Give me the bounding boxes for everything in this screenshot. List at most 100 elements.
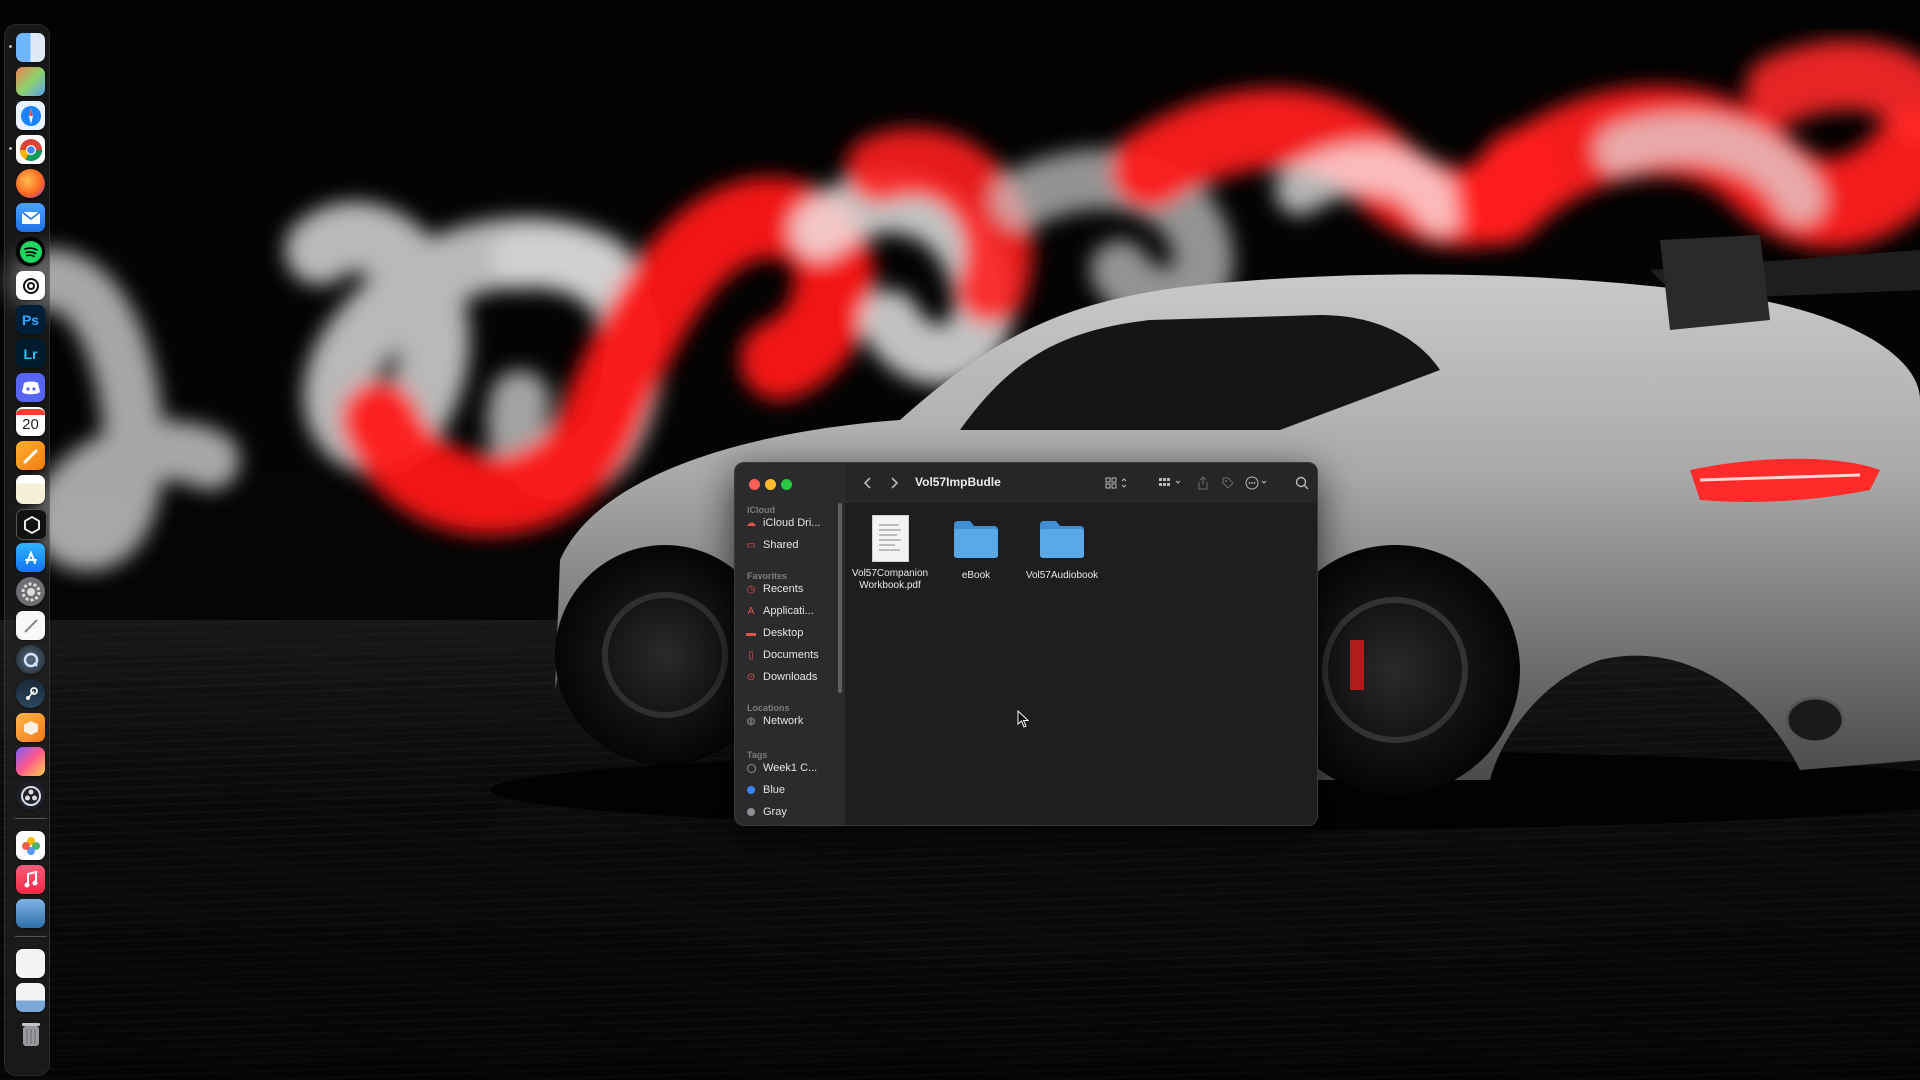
share-icon bbox=[1198, 476, 1208, 490]
preview-icon[interactable] bbox=[16, 899, 45, 928]
finder-sidebar: iCloud ☁ iCloud Dri... ▭ Shared Favorite… bbox=[735, 463, 845, 825]
lightroom-icon[interactable]: Lr bbox=[16, 339, 45, 368]
group-button[interactable] bbox=[1158, 475, 1184, 491]
spotify-icon[interactable] bbox=[16, 237, 45, 266]
downloads-stack-icon[interactable] bbox=[16, 983, 45, 1012]
discord-icon[interactable] bbox=[16, 373, 45, 402]
calendar-day: 20 bbox=[22, 415, 39, 433]
photoshop-icon[interactable]: Ps bbox=[16, 305, 45, 334]
sidebar-item-label: Recents bbox=[763, 583, 804, 595]
file-label: Vol57Audiobook bbox=[1019, 570, 1105, 582]
app-store-icon[interactable] bbox=[16, 543, 45, 572]
icon-view-icon bbox=[1105, 477, 1127, 489]
desktop: Ps Lr 20 iCloud ☁ iCloud Dri... ▭ Shared… bbox=[0, 0, 1920, 1080]
firefox-icon[interactable] bbox=[16, 169, 45, 198]
sidebar-item-label: iCloud Dri... bbox=[763, 517, 821, 529]
chevron-left-icon bbox=[863, 477, 871, 489]
sidebar-item-documents[interactable]: ▯ Documents bbox=[745, 646, 835, 664]
chevron-right-icon bbox=[891, 477, 899, 489]
running-indicator bbox=[9, 45, 12, 48]
sidebar-item-label: Week1 C... bbox=[763, 762, 818, 774]
sidebar-item-network[interactable]: ◍ Network bbox=[745, 712, 835, 730]
system-settings-icon[interactable] bbox=[16, 577, 45, 606]
pdf-document-icon bbox=[871, 515, 909, 562]
sidebar-item-label: Network bbox=[763, 715, 804, 727]
group-grid-icon bbox=[1159, 478, 1181, 486]
share-button[interactable] bbox=[1197, 475, 1209, 491]
download-icon: ⊙ bbox=[746, 671, 756, 683]
sidebar-item-downloads[interactable]: ⊙ Downloads bbox=[745, 668, 835, 686]
sidebar-item-label: Applicati... bbox=[763, 605, 814, 617]
document-icon: ▯ bbox=[748, 649, 754, 661]
sidebar-item-tag-gray[interactable]: Gray bbox=[745, 803, 835, 821]
dock-separator bbox=[15, 818, 47, 819]
folder-icon bbox=[1040, 521, 1084, 558]
window-title: Vol57ImpBudle bbox=[915, 475, 1001, 489]
shared-folder-icon: ▭ bbox=[746, 539, 756, 551]
chatgpt-icon[interactable] bbox=[16, 271, 45, 300]
final-cut-icon[interactable] bbox=[16, 747, 45, 776]
sidebar-item-label: Blue bbox=[763, 784, 786, 796]
calendar-icon[interactable]: 20 bbox=[16, 407, 45, 436]
chrome-icon[interactable] bbox=[16, 135, 45, 164]
dock: Ps Lr 20 bbox=[4, 24, 50, 1076]
notes-icon[interactable] bbox=[16, 475, 45, 504]
sidebar-item-tag-blue[interactable]: Blue bbox=[745, 781, 835, 799]
folder-icon bbox=[954, 521, 998, 558]
sidebar-item-applications[interactable]: A Applicati... bbox=[745, 602, 835, 620]
clock-icon: ◷ bbox=[746, 583, 756, 595]
trash-icon[interactable] bbox=[16, 1019, 45, 1048]
file-label: eBook bbox=[933, 570, 1019, 582]
minimize-button[interactable] bbox=[765, 479, 776, 490]
back-button[interactable] bbox=[863, 475, 873, 491]
document-stack-icon[interactable] bbox=[16, 949, 45, 978]
mouse-cursor-icon bbox=[1017, 710, 1029, 728]
sidebar-item-shared[interactable]: ▭ Shared bbox=[745, 536, 835, 554]
search-button[interactable] bbox=[1295, 475, 1309, 491]
sidebar-item-recents[interactable]: ◷ Recents bbox=[745, 580, 835, 598]
dock-separator bbox=[15, 936, 47, 937]
textedit-icon[interactable] bbox=[16, 611, 45, 640]
sidebar-item-label: Desktop bbox=[763, 627, 804, 639]
folder-item-ebook[interactable]: eBook bbox=[933, 515, 1019, 582]
view-mode-button[interactable] bbox=[1105, 475, 1129, 491]
forward-button[interactable] bbox=[889, 475, 899, 491]
obs-icon[interactable] bbox=[16, 781, 45, 810]
tag-blue-icon bbox=[745, 784, 757, 796]
more-actions-button[interactable] bbox=[1245, 475, 1271, 491]
steam-icon[interactable] bbox=[16, 679, 45, 708]
pencil-app-icon[interactable] bbox=[16, 441, 45, 470]
photos-icon[interactable] bbox=[16, 831, 45, 860]
file-label-line1: eBook bbox=[961, 570, 991, 581]
tag-outline-icon bbox=[745, 762, 757, 774]
zoom-button[interactable] bbox=[781, 479, 792, 490]
chatgpt-alt-icon[interactable] bbox=[16, 509, 47, 540]
sidebar-item-icloud-drive[interactable]: ☁ iCloud Dri... bbox=[745, 514, 835, 532]
music-icon[interactable] bbox=[16, 865, 45, 894]
file-label-line1: Vol57Companion bbox=[851, 568, 929, 579]
sidebar-item-label: Documents bbox=[763, 649, 819, 661]
sidebar-scrollbar[interactable] bbox=[838, 503, 842, 693]
sidebar-item-tag-week1[interactable]: Week1 C... bbox=[745, 759, 835, 777]
tag-button[interactable] bbox=[1221, 475, 1235, 491]
desktop-icon: ▬ bbox=[746, 627, 756, 639]
finder-toolbar: Vol57ImpBudle bbox=[845, 463, 1317, 503]
finder-content[interactable]: Vol57Companion Workbook.pdf eBook Vol57A… bbox=[845, 503, 1317, 825]
finder-window[interactable]: iCloud ☁ iCloud Dri... ▭ Shared Favorite… bbox=[734, 462, 1318, 826]
sidebar-item-desktop[interactable]: ▬ Desktop bbox=[745, 624, 835, 642]
quicktime-icon[interactable] bbox=[16, 645, 45, 674]
cloud-icon: ☁ bbox=[746, 517, 756, 529]
sidebar-item-label: Downloads bbox=[763, 671, 818, 683]
folder-item-audiobook[interactable]: Vol57Audiobook bbox=[1019, 515, 1105, 582]
tag-icon bbox=[1222, 477, 1234, 489]
close-button[interactable] bbox=[749, 479, 760, 490]
cube-app-icon[interactable] bbox=[16, 713, 45, 742]
launchpad-icon[interactable] bbox=[16, 67, 45, 96]
sidebar-item-label: Gray bbox=[763, 806, 787, 818]
mail-icon[interactable] bbox=[16, 203, 45, 232]
file-item-workbook-pdf[interactable]: Vol57Companion Workbook.pdf bbox=[847, 515, 933, 592]
finder-icon[interactable] bbox=[16, 33, 45, 62]
safari-icon[interactable] bbox=[16, 101, 45, 130]
file-label-line1: Vol57Audiobook bbox=[1025, 570, 1099, 581]
globe-icon: ◍ bbox=[746, 715, 756, 727]
